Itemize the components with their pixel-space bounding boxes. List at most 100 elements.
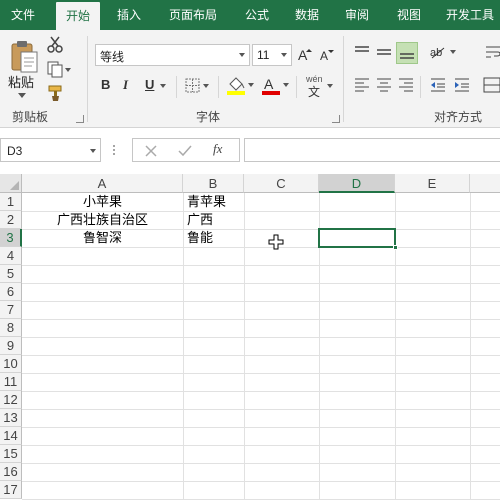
font-name-value: 等线 xyxy=(100,50,125,64)
tab-home[interactable]: 开始 xyxy=(56,2,100,30)
font-color-icon[interactable]: A xyxy=(260,74,292,96)
row-header-4[interactable]: 4 xyxy=(0,247,22,265)
row-header-2[interactable]: 2 xyxy=(0,211,22,229)
gridline xyxy=(244,193,245,500)
row-header-17[interactable]: 17 xyxy=(0,481,22,499)
align-center-icon[interactable] xyxy=(374,75,394,95)
align-middle-icon[interactable] xyxy=(374,42,394,62)
row-header-13[interactable]: 13 xyxy=(0,409,22,427)
gridline xyxy=(22,445,500,446)
row-header-16[interactable]: 16 xyxy=(0,463,22,481)
tab-formulas[interactable]: 公式 xyxy=(236,0,278,30)
gridline xyxy=(22,301,500,302)
tab-developer[interactable]: 开发工具 xyxy=(440,0,500,30)
fill-color-icon[interactable] xyxy=(225,74,257,96)
copy-icon[interactable] xyxy=(46,60,72,78)
underline-button[interactable]: U xyxy=(145,77,154,92)
chevron-down-icon[interactable] xyxy=(235,45,249,65)
row-header-5[interactable]: 5 xyxy=(0,265,22,283)
name-box[interactable]: D3 xyxy=(0,138,101,162)
align-right-icon[interactable] xyxy=(396,75,416,95)
clipboard-dialog-launcher[interactable] xyxy=(76,115,84,123)
font-name-select[interactable]: 等线 xyxy=(95,44,250,66)
row-header-3[interactable]: 3 xyxy=(0,229,22,247)
gridline xyxy=(470,193,471,500)
tab-insert[interactable]: 插入 xyxy=(108,0,150,30)
gridline xyxy=(22,373,500,374)
clipboard-group-label: 剪贴板 xyxy=(12,110,49,124)
orientation-icon[interactable]: ab xyxy=(428,42,460,62)
wrap-text-icon[interactable] xyxy=(484,42,500,62)
insert-function-button[interactable]: fx xyxy=(213,141,222,157)
column-header-d[interactable]: D xyxy=(319,174,395,193)
column-header-f[interactable] xyxy=(470,174,500,193)
gridline xyxy=(22,337,500,338)
paste-button-label[interactable]: 粘贴 xyxy=(8,72,34,91)
ribbon-separator xyxy=(218,76,219,98)
gridline xyxy=(22,481,500,482)
row-header-11[interactable]: 11 xyxy=(0,373,22,391)
underline-dropdown-icon[interactable] xyxy=(158,80,168,90)
column-header-c[interactable]: C xyxy=(244,174,319,193)
column-header-a[interactable]: A xyxy=(22,174,183,193)
row-header-7[interactable]: 7 xyxy=(0,301,22,319)
font-size-select[interactable]: 11 xyxy=(252,44,292,66)
cell-a3[interactable]: 鲁智深 xyxy=(22,229,183,247)
phonetic-guide-char[interactable]: 文 xyxy=(308,83,320,100)
select-all-button[interactable] xyxy=(0,174,22,193)
row-header-8[interactable]: 8 xyxy=(0,319,22,337)
column-header-e[interactable]: E xyxy=(395,174,470,193)
svg-text:A: A xyxy=(298,47,308,63)
phonetic-dropdown-icon[interactable] xyxy=(325,80,335,90)
gridline xyxy=(22,355,500,356)
row-header-1[interactable]: 1 xyxy=(0,193,22,211)
italic-button[interactable]: I xyxy=(123,77,128,93)
chevron-down-icon[interactable] xyxy=(277,45,291,65)
row-header-6[interactable]: 6 xyxy=(0,283,22,301)
enter-icon[interactable] xyxy=(177,143,193,159)
increase-font-size-icon[interactable]: A xyxy=(297,45,315,65)
active-cell-d3[interactable] xyxy=(318,228,396,248)
cell-b1[interactable]: 青苹果 xyxy=(187,193,244,211)
chevron-down-icon[interactable] xyxy=(90,149,96,153)
borders-icon[interactable] xyxy=(184,76,212,96)
ribbon-home: 粘贴 剪贴板 等线 11 A A B I U A wén 文 字体 ab 对齐方… xyxy=(0,30,500,128)
font-group-label: 字体 xyxy=(196,110,221,124)
gridline xyxy=(22,283,500,284)
cell-a2[interactable]: 广西壮族自治区 xyxy=(22,211,183,229)
gridline xyxy=(22,427,500,428)
row-header-14[interactable]: 14 xyxy=(0,427,22,445)
cancel-icon[interactable] xyxy=(143,143,159,159)
decrease-indent-icon[interactable] xyxy=(428,75,448,95)
paste-icon[interactable] xyxy=(8,38,40,76)
formula-bar-grip-icon[interactable] xyxy=(110,142,118,158)
font-dialog-launcher[interactable] xyxy=(332,115,340,123)
row-header-15[interactable]: 15 xyxy=(0,445,22,463)
cell-b2[interactable]: 广西 xyxy=(187,211,244,229)
paste-dropdown-icon[interactable] xyxy=(14,90,30,100)
align-left-icon[interactable] xyxy=(352,75,372,95)
tab-data[interactable]: 数据 xyxy=(286,0,328,30)
align-bottom-icon[interactable] xyxy=(396,42,418,64)
tab-review[interactable]: 审阅 xyxy=(336,0,378,30)
fill-handle[interactable] xyxy=(393,245,398,250)
tab-view[interactable]: 视图 xyxy=(388,0,430,30)
cell-b3[interactable]: 鲁能 xyxy=(187,229,244,247)
row-header-9[interactable]: 9 xyxy=(0,337,22,355)
formula-input[interactable] xyxy=(244,138,500,162)
bold-button[interactable]: B xyxy=(101,77,110,92)
tab-page-layout[interactable]: 页面布局 xyxy=(160,0,226,30)
format-painter-icon[interactable] xyxy=(46,84,64,102)
cell-a1[interactable]: 小苹果 xyxy=(22,193,183,211)
worksheet-grid[interactable]: A B C D E 1 2 3 4 5 6 7 8 9 10 11 12 13 … xyxy=(0,174,500,500)
align-top-icon[interactable] xyxy=(352,42,372,62)
row-header-10[interactable]: 10 xyxy=(0,355,22,373)
row-header-12[interactable]: 12 xyxy=(0,391,22,409)
increase-indent-icon[interactable] xyxy=(452,75,472,95)
decrease-font-size-icon[interactable]: A xyxy=(319,45,337,65)
tab-file[interactable]: 文件 xyxy=(0,0,46,30)
column-header-b[interactable]: B xyxy=(183,174,244,193)
ribbon-separator xyxy=(343,36,344,122)
merge-center-icon[interactable] xyxy=(482,75,500,95)
cut-icon[interactable] xyxy=(46,36,64,54)
